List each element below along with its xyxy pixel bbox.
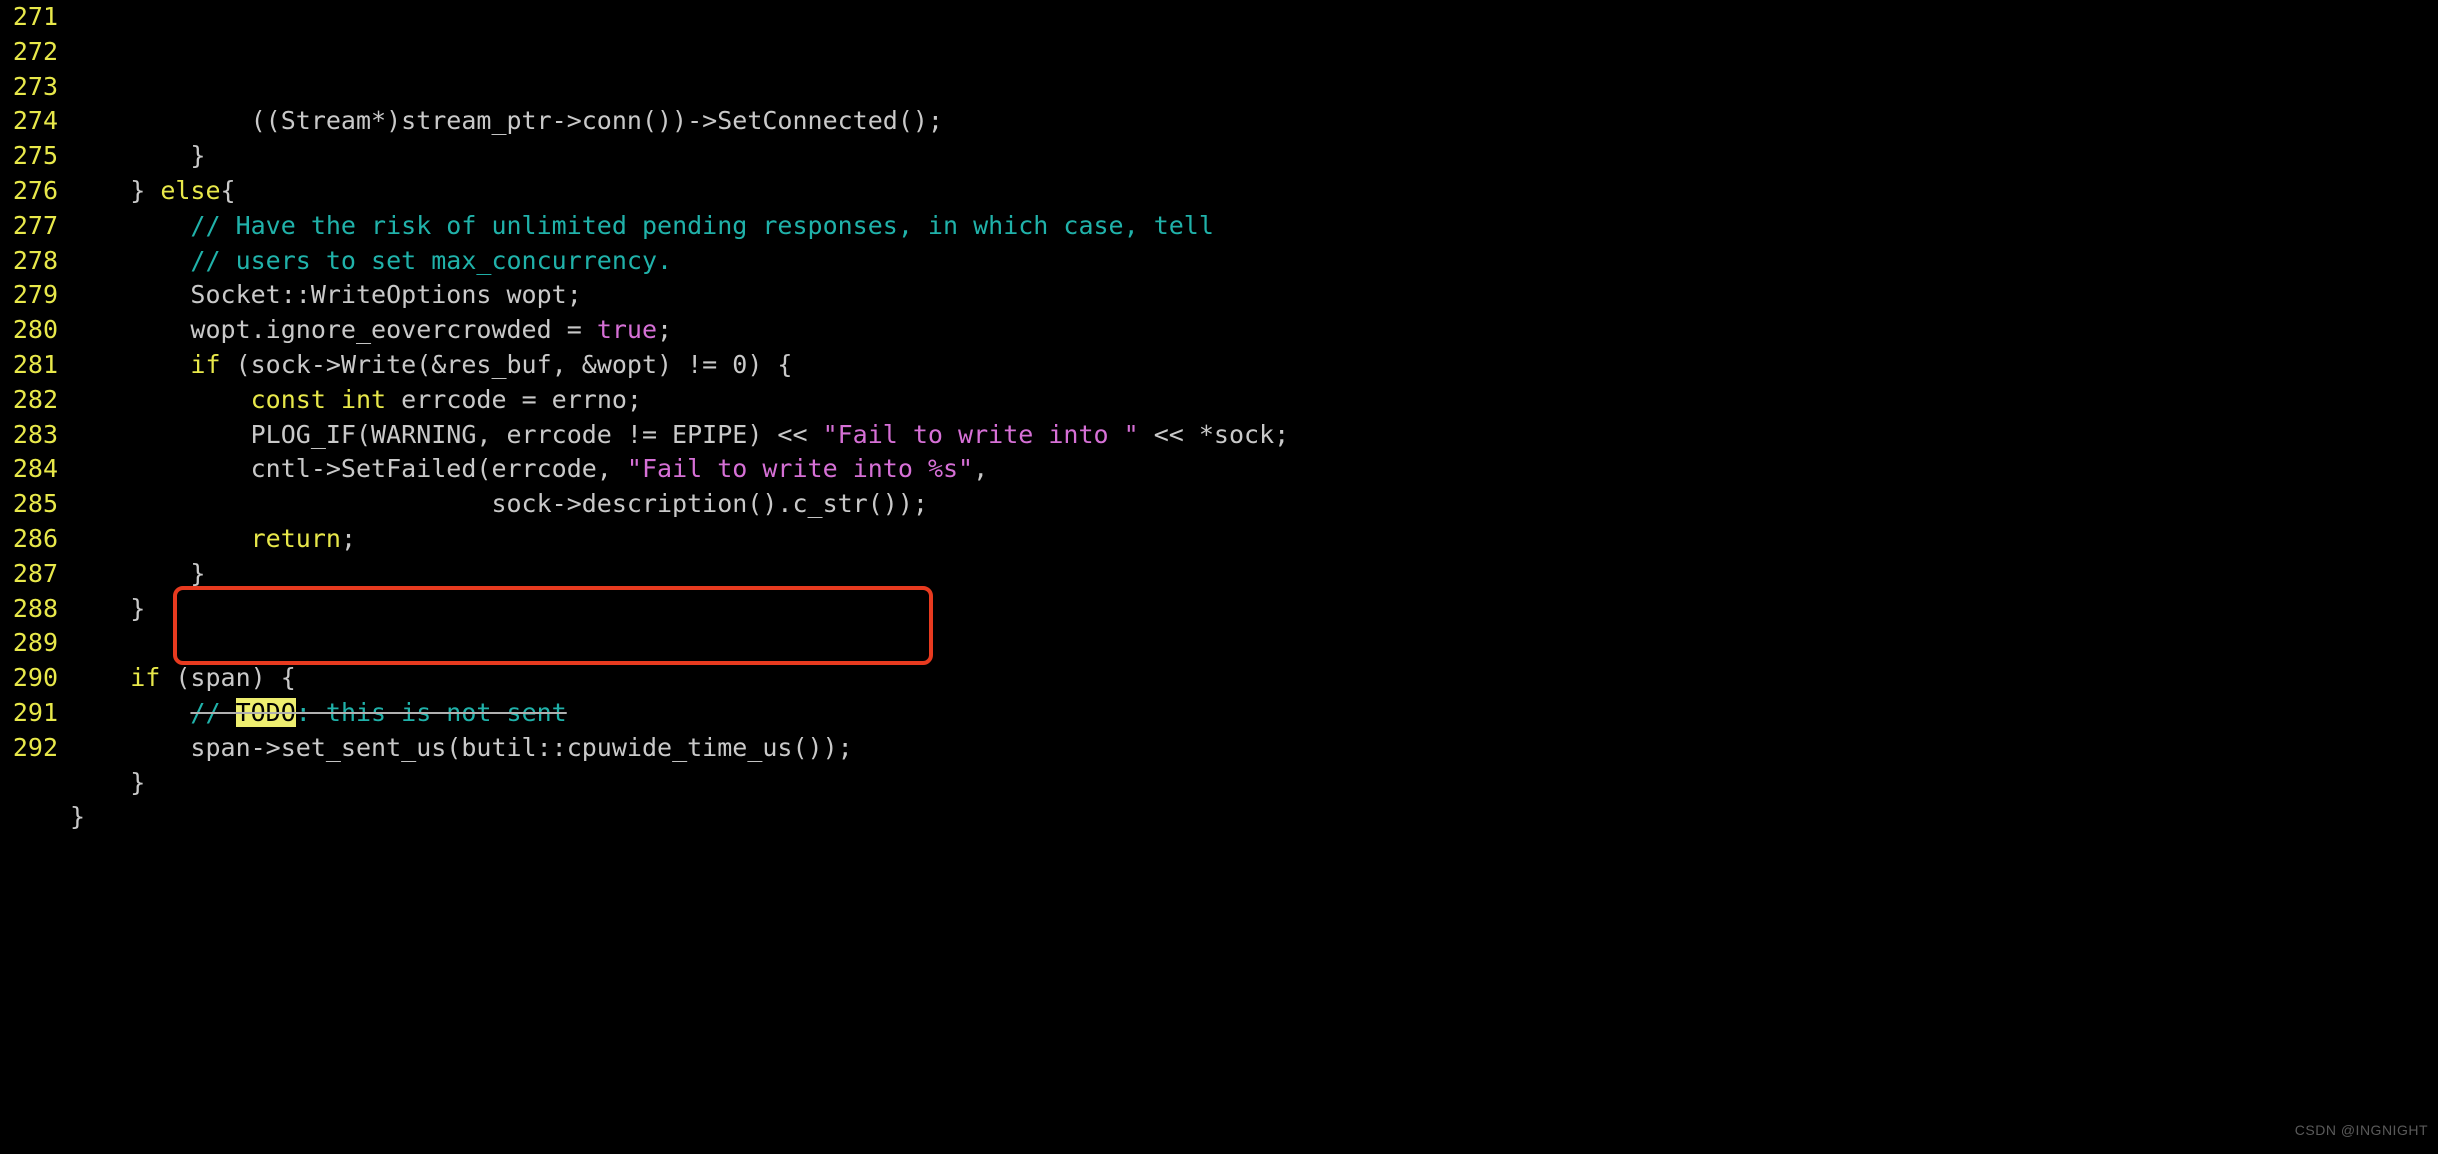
code-line[interactable]: } xyxy=(70,592,2438,627)
code-token xyxy=(326,385,341,414)
line-number: 280 xyxy=(0,313,58,348)
line-number: 281 xyxy=(0,348,58,383)
code-token: else xyxy=(160,176,220,205)
line-number: 276 xyxy=(0,174,58,209)
code-line[interactable]: Socket::WriteOptions wopt; xyxy=(70,278,2438,313)
code-token: // xyxy=(190,698,235,727)
code-token: wopt.ignore_eovercrowded = xyxy=(190,315,596,344)
line-number: 277 xyxy=(0,209,58,244)
line-number: 282 xyxy=(0,383,58,418)
code-editor: 2712722732742752762772782792802812822832… xyxy=(0,0,2438,1154)
line-number: 271 xyxy=(0,0,58,35)
line-number: 288 xyxy=(0,592,58,627)
line-number: 290 xyxy=(0,661,58,696)
line-number: 292 xyxy=(0,731,58,766)
code-token: ((Stream*)stream_ptr->conn())->SetConnec… xyxy=(251,106,943,135)
code-token: PLOG_IF(WARNING, errcode != EPIPE) << xyxy=(251,420,823,449)
code-token: { xyxy=(221,176,236,205)
line-number: 289 xyxy=(0,626,58,661)
code-token: , xyxy=(973,454,988,483)
code-token: const xyxy=(251,385,326,414)
code-token: cntl->SetFailed(errcode, xyxy=(251,454,627,483)
line-number: 278 xyxy=(0,244,58,279)
code-area[interactable]: ((Stream*)stream_ptr->conn())->SetConnec… xyxy=(70,0,2438,1154)
code-token: Socket::WriteOptions wopt; xyxy=(190,280,581,309)
code-line[interactable]: sock->description().c_str()); xyxy=(70,487,2438,522)
code-token: ; xyxy=(341,524,356,553)
code-line[interactable]: wopt.ignore_eovercrowded = true; xyxy=(70,313,2438,348)
line-number: 272 xyxy=(0,35,58,70)
code-line[interactable]: // Have the risk of unlimited pending re… xyxy=(70,209,2438,244)
code-line[interactable]: span->set_sent_us(butil::cpuwide_time_us… xyxy=(70,731,2438,766)
code-line[interactable]: cntl->SetFailed(errcode, "Fail to write … xyxy=(70,452,2438,487)
code-line[interactable]: } xyxy=(70,557,2438,592)
code-token: "Fail to write into %s" xyxy=(627,454,973,483)
watermark: CSDN @INGNIGHT xyxy=(2295,1113,2428,1148)
code-line[interactable]: if (sock->Write(&res_buf, &wopt) != 0) { xyxy=(70,348,2438,383)
code-line[interactable]: if (span) { xyxy=(70,661,2438,696)
code-line[interactable] xyxy=(70,626,2438,661)
code-line[interactable] xyxy=(70,835,2438,870)
code-token: } xyxy=(130,768,145,797)
code-token: } xyxy=(190,559,205,588)
line-number: 286 xyxy=(0,522,58,557)
code-token: // users to set max_concurrency. xyxy=(190,246,672,275)
line-number: 275 xyxy=(0,139,58,174)
line-number: 279 xyxy=(0,278,58,313)
code-token: if xyxy=(190,350,220,379)
line-number: 291 xyxy=(0,696,58,731)
code-token: TODO xyxy=(236,698,296,727)
code-token: } xyxy=(130,594,145,623)
code-token: "Fail to write into " xyxy=(823,420,1139,449)
code-token: } xyxy=(130,176,160,205)
code-token: (sock->Write(&res_buf, &wopt) != 0) { xyxy=(221,350,793,379)
code-line[interactable]: // users to set max_concurrency. xyxy=(70,244,2438,279)
line-number: 285 xyxy=(0,487,58,522)
code-line[interactable]: ((Stream*)stream_ptr->conn())->SetConnec… xyxy=(70,104,2438,139)
line-number: 273 xyxy=(0,70,58,105)
line-number-gutter: 2712722732742752762772782792802812822832… xyxy=(0,0,70,1154)
code-token: << *sock; xyxy=(1139,420,1290,449)
code-token: return xyxy=(251,524,341,553)
code-line[interactable]: const int errcode = errno; xyxy=(70,383,2438,418)
code-line[interactable]: // TODO: this is not sent xyxy=(70,696,2438,731)
code-line[interactable]: } xyxy=(70,800,2438,835)
code-token: } xyxy=(190,141,205,170)
line-number: 274 xyxy=(0,104,58,139)
code-token: sock->description().c_str()); xyxy=(491,489,928,518)
line-number: 283 xyxy=(0,418,58,453)
code-token: ; xyxy=(657,315,672,344)
code-token: int xyxy=(341,385,386,414)
code-token: errcode = errno; xyxy=(386,385,642,414)
code-token: : this is not sent xyxy=(296,698,567,727)
code-line[interactable]: } xyxy=(70,766,2438,801)
code-line[interactable]: return; xyxy=(70,522,2438,557)
code-token: if xyxy=(130,663,160,692)
code-token: (span) { xyxy=(160,663,295,692)
code-token: span->set_sent_us(butil::cpuwide_time_us… xyxy=(190,733,852,762)
code-token: true xyxy=(597,315,657,344)
code-line[interactable]: } else{ xyxy=(70,174,2438,209)
line-number: 287 xyxy=(0,557,58,592)
code-line[interactable]: } xyxy=(70,139,2438,174)
code-token: // Have the risk of unlimited pending re… xyxy=(190,211,1214,240)
code-line[interactable]: PLOG_IF(WARNING, errcode != EPIPE) << "F… xyxy=(70,418,2438,453)
code-token: } xyxy=(70,802,85,831)
line-number: 284 xyxy=(0,452,58,487)
